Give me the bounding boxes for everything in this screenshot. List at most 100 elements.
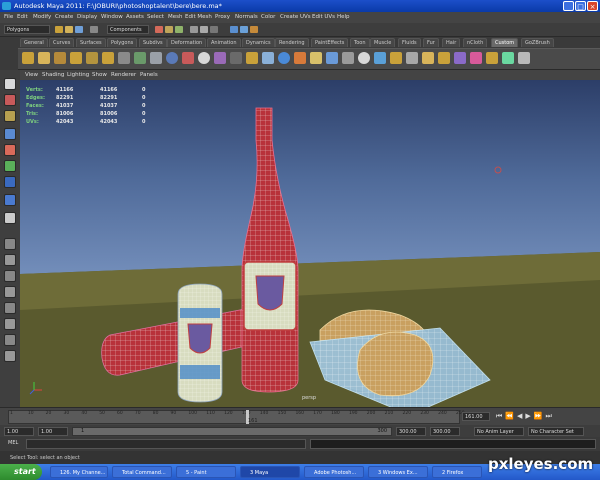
shelf-tab-painteffects[interactable]: PaintEffects: [311, 38, 349, 47]
shelf-tab-dynamics[interactable]: Dynamics: [242, 38, 275, 47]
menu-edit[interactable]: Edit: [17, 12, 28, 23]
shelf-tab-subdivs[interactable]: Subdivs: [139, 38, 167, 47]
shelf-tab-hair[interactable]: Hair: [442, 38, 461, 47]
shelf-tool-icon[interactable]: [246, 52, 258, 64]
layout-hypershade-icon[interactable]: [4, 318, 16, 330]
shelf-tab-rendering[interactable]: Rendering: [275, 38, 309, 47]
shelf-tool-icon[interactable]: [406, 52, 418, 64]
soft-mod-icon[interactable]: [4, 194, 16, 206]
select-edge-icon[interactable]: [165, 26, 173, 33]
menu-display[interactable]: Display: [77, 12, 97, 23]
ipr-render-icon[interactable]: [240, 26, 248, 33]
taskbar-item[interactable]: Total Command...: [112, 466, 172, 478]
sphere-icon[interactable]: [166, 52, 178, 64]
panel-menu-view[interactable]: View: [25, 70, 38, 80]
menu-window[interactable]: Window: [101, 12, 123, 23]
shelf-tool-icon[interactable]: [118, 52, 130, 64]
playback-end-field[interactable]: 300.00: [396, 427, 426, 436]
shelf-tool-icon[interactable]: [438, 52, 450, 64]
current-frame-field[interactable]: 161.00: [462, 412, 490, 421]
rotate-tool-icon[interactable]: [4, 144, 16, 156]
shelf-tool-icon[interactable]: [134, 52, 146, 64]
sphere-icon[interactable]: [358, 52, 370, 64]
panel-menu-show[interactable]: Show: [92, 70, 107, 80]
layout-two-icon[interactable]: [4, 270, 16, 282]
shelf-tab-toon[interactable]: Toon: [350, 38, 370, 47]
open-scene-icon[interactable]: [65, 26, 73, 33]
sphere-icon[interactable]: [278, 52, 290, 64]
panel-menu-shading[interactable]: Shading: [42, 70, 64, 80]
range-bar[interactable]: 1 300: [72, 427, 392, 436]
shelf-tab-surfaces[interactable]: Surfaces: [76, 38, 106, 47]
sphere-icon[interactable]: [198, 52, 210, 64]
shelf-tool-icon[interactable]: [390, 52, 402, 64]
shelf-tool-icon[interactable]: [230, 52, 242, 64]
shelf-tab-curves[interactable]: Curves: [49, 38, 75, 47]
end-time-field[interactable]: 300.00: [430, 427, 460, 436]
layout-outliner-icon[interactable]: [4, 286, 16, 298]
menu-modify[interactable]: Modify: [33, 12, 51, 23]
shelf-tab-fluids[interactable]: Fluids: [398, 38, 421, 47]
shelf-tool-icon[interactable]: [54, 52, 66, 64]
command-language-label[interactable]: MEL: [8, 440, 18, 446]
shelf-tool-icon[interactable]: [454, 52, 466, 64]
perspective-viewport[interactable]: Verts: 41166 41166 0 Edges: 82291 82291 …: [20, 80, 600, 407]
panel-menu-lighting[interactable]: Lighting: [67, 70, 89, 80]
menu-normals[interactable]: Normals: [235, 12, 258, 23]
show-manip-icon[interactable]: [4, 212, 16, 224]
universal-manip-icon[interactable]: [4, 176, 16, 188]
taskbar-item[interactable]: 5 - Paint: [176, 466, 236, 478]
menu-create[interactable]: Create: [55, 12, 73, 23]
selection-mode-dropdown[interactable]: Components: [107, 25, 149, 34]
panel-menu-panels[interactable]: Panels: [140, 70, 158, 80]
shelf-tab-ncloth[interactable]: nCloth: [463, 38, 488, 47]
menu-file[interactable]: File: [4, 12, 13, 23]
snap-point-icon[interactable]: [210, 26, 218, 33]
shelf-tool-icon[interactable]: [22, 52, 34, 64]
taskbar-item[interactable]: 3 Windows Ex...: [368, 466, 428, 478]
select-vertex-icon[interactable]: [155, 26, 163, 33]
shelf-tab-polygons[interactable]: Polygons: [107, 38, 138, 47]
shelf-tool-icon[interactable]: [470, 52, 482, 64]
render-settings-icon[interactable]: [250, 26, 258, 33]
taskbar-item[interactable]: Adobe Photosh...: [304, 466, 364, 478]
snap-grid-icon[interactable]: [190, 26, 198, 33]
close-button[interactable]: ×: [587, 1, 598, 11]
hierarchy-mode-icon[interactable]: [90, 26, 98, 33]
shelf-tab-custom[interactable]: Custom: [491, 38, 519, 47]
taskbar-item[interactable]: 126. My Channe...: [50, 466, 108, 478]
taskbar-item-active[interactable]: 3 Maya: [240, 466, 300, 478]
menu-select[interactable]: Select: [147, 12, 164, 23]
menu-edit-mesh[interactable]: Edit Mesh: [185, 12, 212, 23]
shelf-tool-icon[interactable]: [150, 52, 162, 64]
paint-select-tool-icon[interactable]: [4, 110, 16, 122]
layout-persp-graph-icon[interactable]: [4, 334, 16, 346]
snap-curve-icon[interactable]: [200, 26, 208, 33]
shelf-tool-icon[interactable]: [38, 52, 50, 64]
move-tool-icon[interactable]: [4, 128, 16, 140]
shelf-tool-icon[interactable]: [374, 52, 386, 64]
shelf-tool-icon[interactable]: [326, 52, 338, 64]
new-scene-icon[interactable]: [55, 26, 63, 33]
start-time-field[interactable]: 1.00: [4, 427, 34, 436]
layout-single-icon[interactable]: [4, 238, 16, 250]
shelf-tool-icon[interactable]: [502, 52, 514, 64]
shelf-tool-icon[interactable]: [518, 52, 530, 64]
shelf-tool-icon[interactable]: [486, 52, 498, 64]
menu-help[interactable]: Help: [337, 12, 350, 23]
taskbar-item[interactable]: 2 Firefox: [432, 466, 482, 478]
shelf-tab-muscle[interactable]: Muscle: [370, 38, 396, 47]
menu-assets[interactable]: Assets: [126, 12, 144, 23]
menu-color[interactable]: Color: [261, 12, 275, 23]
shelf-tab-deformation[interactable]: Deformation: [167, 38, 207, 47]
shelf-tool-icon[interactable]: [262, 52, 274, 64]
select-face-icon[interactable]: [175, 26, 183, 33]
save-scene-icon[interactable]: [75, 26, 83, 33]
maximize-button[interactable]: □: [575, 1, 586, 11]
shelf-tool-icon[interactable]: [182, 52, 194, 64]
shelf-tab-animation[interactable]: Animation: [207, 38, 241, 47]
panel-menu-renderer[interactable]: Renderer: [111, 70, 136, 80]
anim-layer-dropdown[interactable]: No Anim Layer: [474, 427, 524, 436]
shelf-tool-icon[interactable]: [214, 52, 226, 64]
shelf-tool-icon[interactable]: [70, 52, 82, 64]
